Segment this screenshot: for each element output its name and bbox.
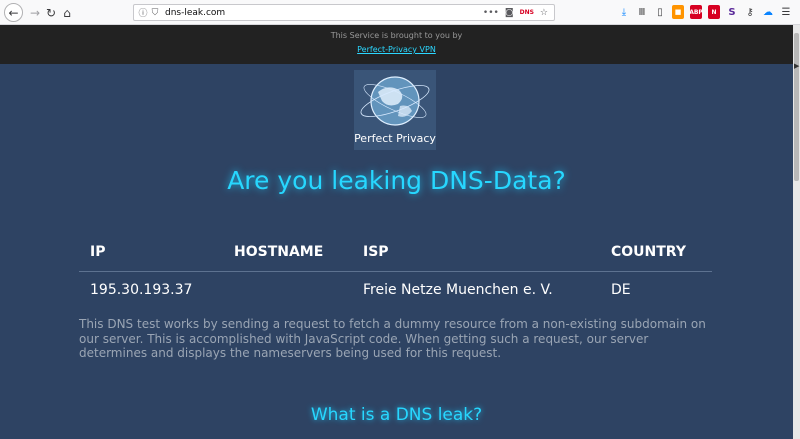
section-heading: What is a DNS leak?: [310, 405, 483, 425]
shield-icon[interactable]: ⛉: [149, 8, 161, 18]
scroll-thumb[interactable]: [794, 33, 799, 181]
menu-icon[interactable]: ☰: [780, 5, 792, 19]
cell-isp: Freie Netze Muenchen e. V.: [363, 282, 553, 298]
library-icon[interactable]: Ⅲ: [636, 5, 648, 19]
page-headline: Are you leaking DNS-Data?: [227, 166, 566, 195]
cell-ip: 195.30.193.37: [90, 282, 193, 298]
logo-text: Perfect Privacy: [354, 132, 436, 145]
home-icon: ⌂: [63, 6, 71, 20]
url-bar[interactable]: ⓘ ⛉ dns-leak.com ••• ◙ DNS ☆: [133, 4, 555, 21]
sponsor-banner: This Service is brought to you by Perfec…: [0, 25, 793, 64]
forward-arrow-icon: →: [29, 6, 41, 20]
s-extension-icon[interactable]: S: [726, 5, 738, 19]
header-hostname: HOSTNAME: [234, 244, 324, 260]
reload-icon: ↻: [45, 6, 57, 20]
key-icon[interactable]: ⚷: [744, 5, 756, 19]
cloud-icon[interactable]: ☁: [762, 5, 774, 19]
back-arrow-icon: ←: [8, 5, 19, 20]
lock-extension-icon[interactable]: ■: [672, 5, 684, 19]
toolbar-extensions: ⤓ Ⅲ ▯ ■ ABP N S ⚷ ☁ ☰: [618, 5, 792, 19]
extension-red-icon[interactable]: N: [708, 5, 720, 19]
page-actions-icon[interactable]: •••: [483, 8, 499, 18]
home-button[interactable]: ⌂: [58, 4, 76, 22]
perfect-privacy-logo: Perfect Privacy: [354, 70, 436, 150]
banner-text: This Service is brought to you by: [330, 31, 463, 40]
header-ip: IP: [90, 244, 106, 260]
scrollbar[interactable]: [793, 25, 800, 439]
back-button[interactable]: ←: [4, 3, 23, 22]
banner-link[interactable]: Perfect-Privacy VPN: [0, 45, 793, 54]
pocket-icon[interactable]: ◙: [505, 8, 514, 18]
url-text[interactable]: dns-leak.com: [165, 8, 483, 18]
test-description: This DNS test works by sending a request…: [79, 317, 706, 360]
cell-country: DE: [611, 282, 631, 298]
globe-icon: [360, 76, 430, 126]
table-divider: [79, 271, 712, 272]
dns-extension-icon[interactable]: DNS: [520, 9, 534, 16]
adblock-icon[interactable]: ABP: [689, 5, 703, 19]
header-isp: ISP: [363, 244, 389, 260]
download-icon[interactable]: ⤓: [618, 5, 630, 19]
scroll-arrow-icon[interactable]: ▶: [794, 62, 799, 70]
bookmark-star-icon[interactable]: ☆: [540, 8, 548, 18]
info-icon[interactable]: ⓘ: [137, 6, 149, 19]
browser-toolbar: ← → ↻ ⌂ ⓘ ⛉ dns-leak.com ••• ◙ DNS ☆ ⤓ Ⅲ…: [0, 0, 800, 25]
sidebar-icon[interactable]: ▯: [654, 5, 666, 19]
header-country: COUNTRY: [611, 244, 686, 260]
